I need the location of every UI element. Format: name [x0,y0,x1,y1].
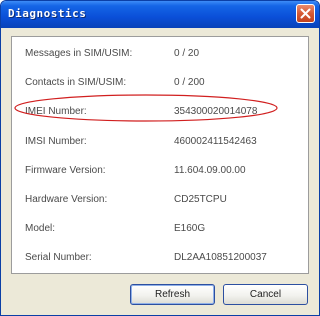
hardware-value: CD25TCPU [174,194,227,205]
contacts-label: Contacts in SIM/USIM: [25,77,127,88]
hardware-label: Hardware Version: [25,194,108,205]
row-messages: Messages in SIM/USIM: 0 / 20 [12,48,308,64]
firmware-label: Firmware Version: [25,165,106,176]
serial-value: DL2AA10851200037 [174,252,267,263]
info-panel: Messages in SIM/USIM: 0 / 20 Contacts in… [11,36,309,274]
messages-value: 0 / 20 [174,48,200,59]
row-firmware: Firmware Version: 11.604.09.00.00 [12,165,308,181]
row-imsi: IMSI Number: 460002411542463 [12,136,308,152]
imsi-label: IMSI Number: [25,136,87,147]
contacts-value: 0 / 200 [174,77,205,88]
cancel-button[interactable]: Cancel [223,284,308,305]
row-serial: Serial Number: DL2AA10851200037 [12,252,308,268]
model-value: E160G [174,223,206,234]
row-imei: IMEI Number: 354300020014078 [12,94,308,122]
model-label: Model: [25,223,56,234]
row-model: Model: E160G [12,223,308,239]
close-button[interactable] [296,4,315,23]
refresh-button[interactable]: Refresh [130,284,215,305]
messages-label: Messages in SIM/USIM: [25,48,133,59]
serial-label: Serial Number: [25,252,92,263]
firmware-value: 11.604.09.00.00 [174,165,246,176]
row-contacts: Contacts in SIM/USIM: 0 / 200 [12,77,308,93]
row-hardware: Hardware Version: CD25TCPU [12,194,308,210]
window-title: Diagnostics [8,7,87,20]
title-bar[interactable]: Diagnostics [1,1,319,28]
diagnostics-dialog: Diagnostics Messages in SIM/USIM: 0 / 20… [0,0,320,316]
highlight-ellipse [14,94,278,122]
close-icon [300,8,311,19]
imsi-value: 460002411542463 [174,136,257,147]
